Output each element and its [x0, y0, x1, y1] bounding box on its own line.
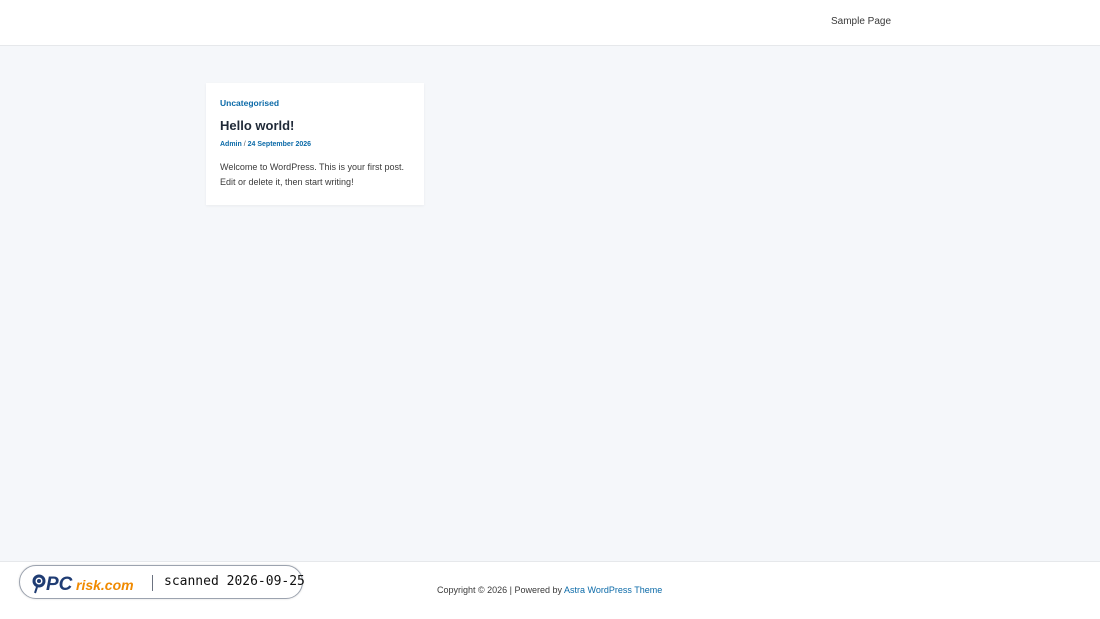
- watermark-scan-date: scanned 2026-09-25: [164, 574, 305, 589]
- footer-copyright: Copyright © 2026 | Powered by Astra Word…: [437, 585, 662, 595]
- post-excerpt: Welcome to WordPress. This is your first…: [220, 162, 405, 187]
- post-title-link[interactable]: Hello world!: [220, 118, 294, 133]
- site-header: Sample Page: [0, 0, 1100, 46]
- footer-copyright-text: Copyright © 2026 | Powered by: [437, 585, 565, 595]
- pcrisk-watermark: PC risk.com scanned 2026-09-25: [19, 565, 305, 599]
- watermark-divider: [152, 575, 153, 591]
- svg-text:PC: PC: [46, 574, 73, 594]
- post-meta: Admin / 24 September 2026: [220, 141, 311, 148]
- post-date-link[interactable]: 24 September 2026: [248, 141, 311, 148]
- post-author-link[interactable]: Admin: [220, 141, 242, 148]
- svg-text:risk.com: risk.com: [76, 577, 134, 593]
- nav-link-sample-page[interactable]: Sample Page: [831, 16, 891, 27]
- post-category-link[interactable]: Uncategorised: [220, 98, 279, 108]
- pcrisk-logo-icon: PC risk.com: [32, 574, 134, 594]
- meta-separator: /: [243, 141, 246, 148]
- post-card: Uncategorised Hello world! Admin / 24 Se…: [206, 83, 424, 205]
- footer-theme-link[interactable]: Astra WordPress Theme: [564, 585, 662, 595]
